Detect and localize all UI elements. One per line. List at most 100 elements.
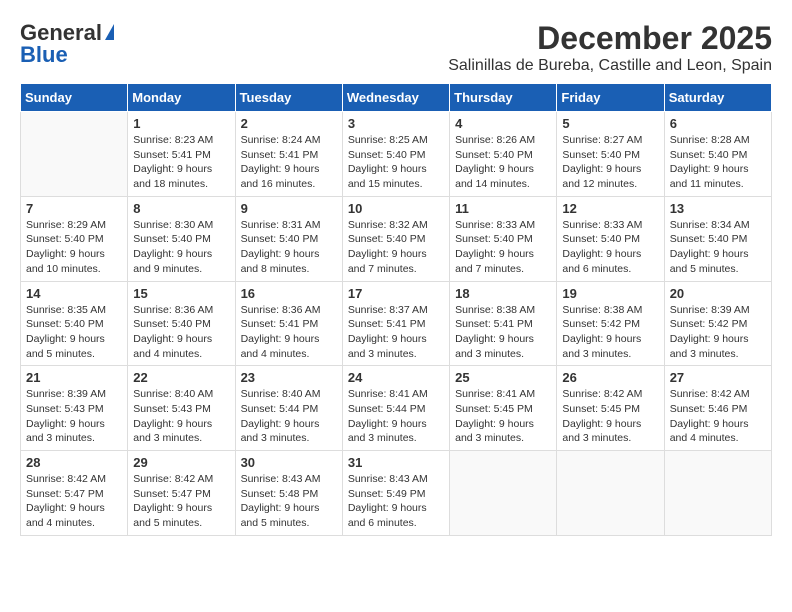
day-info: Sunrise: 8:26 AMSunset: 5:40 PMDaylight:… — [455, 133, 551, 192]
calendar-cell: 4Sunrise: 8:26 AMSunset: 5:40 PMDaylight… — [450, 112, 557, 197]
day-of-week-header: Wednesday — [342, 84, 449, 112]
calendar-cell: 14Sunrise: 8:35 AMSunset: 5:40 PMDayligh… — [21, 281, 128, 366]
calendar-cell — [21, 112, 128, 197]
day-info: Sunrise: 8:34 AMSunset: 5:40 PMDaylight:… — [670, 218, 766, 277]
calendar-cell: 18 Sunrise: 8:38 AMSunset: 5:41 PMDayligh… — [450, 281, 557, 366]
day-number: 8 — [133, 201, 229, 216]
day-info: Sunrise: 8:42 AMSunset: 5:46 PMDaylight:… — [670, 387, 766, 446]
day-number: 12 — [562, 201, 658, 216]
day-number: 11 — [455, 201, 551, 216]
day-info: Sunrise: 8:42 AMSunset: 5:47 PMDaylight:… — [26, 472, 122, 531]
day-of-week-header: Sunday — [21, 84, 128, 112]
day-info: Sunrise: 8:42 AMSunset: 5:45 PMDaylight:… — [562, 387, 658, 446]
day-info: Sunrise: 8:32 AMSunset: 5:40 PMDaylight:… — [348, 218, 444, 277]
day-number: 25 — [455, 370, 551, 385]
calendar-cell: 31 Sunrise: 8:43 AMSunset: 5:49 PMDayligh… — [342, 451, 449, 536]
day-info: Sunrise: 8:38 AMSunset: 5:42 PMDaylight:… — [562, 303, 658, 362]
day-number: 6 — [670, 116, 766, 131]
day-info: Sunrise: 8:29 AMSunset: 5:40 PMDaylight:… — [26, 218, 122, 277]
day-info: Sunrise: 8:30 AMSunset: 5:40 PMDaylight:… — [133, 218, 229, 277]
calendar-cell: 15Sunrise: 8:36 AMSunset: 5:40 PMDayligh… — [128, 281, 235, 366]
day-info: Sunrise: 8:42 AMSunset: 5:47 PMDaylight:… — [133, 472, 229, 531]
day-info: Sunrise: 8:40 AMSunset: 5:43 PMDaylight:… — [133, 387, 229, 446]
day-of-week-header: Thursday — [450, 84, 557, 112]
logo-blue-text: Blue — [20, 42, 68, 68]
calendar-cell: 9 Sunrise: 8:31 AMSunset: 5:40 PMDaylight… — [235, 196, 342, 281]
day-number: 16 — [241, 286, 337, 301]
day-number: 28 — [26, 455, 122, 470]
day-number: 27 — [670, 370, 766, 385]
calendar-cell — [557, 451, 664, 536]
day-number: 18 — [455, 286, 551, 301]
calendar-body: 1 Sunrise: 8:23 AMSunset: 5:41 PMDaylight… — [21, 112, 772, 536]
day-number: 5 — [562, 116, 658, 131]
calendar-cell: 12 Sunrise: 8:33 AMSunset: 5:40 PMDayligh… — [557, 196, 664, 281]
day-number: 20 — [670, 286, 766, 301]
calendar-cell — [664, 451, 771, 536]
day-info: Sunrise: 8:24 AMSunset: 5:41 PMDaylight:… — [241, 133, 337, 192]
page-header: General Blue December 2025 Salinillas de… — [20, 20, 772, 75]
calendar-cell: 6Sunrise: 8:28 AMSunset: 5:40 PMDaylight… — [664, 112, 771, 197]
calendar-week-row: 7 Sunrise: 8:29 AMSunset: 5:40 PMDaylight… — [21, 196, 772, 281]
day-info: Sunrise: 8:33 AMSunset: 5:40 PMDaylight:… — [562, 218, 658, 277]
calendar-cell: 16 Sunrise: 8:36 AMSunset: 5:41 PMDayligh… — [235, 281, 342, 366]
calendar-cell: 20Sunrise: 8:39 AMSunset: 5:42 PMDayligh… — [664, 281, 771, 366]
calendar-week-row: 14Sunrise: 8:35 AMSunset: 5:40 PMDayligh… — [21, 281, 772, 366]
day-of-week-header: Friday — [557, 84, 664, 112]
calendar-cell: 8 Sunrise: 8:30 AMSunset: 5:40 PMDaylight… — [128, 196, 235, 281]
day-of-week-header: Tuesday — [235, 84, 342, 112]
day-number: 10 — [348, 201, 444, 216]
calendar-week-row: 21 Sunrise: 8:39 AMSunset: 5:43 PMDayligh… — [21, 366, 772, 451]
day-number: 1 — [133, 116, 229, 131]
day-number: 9 — [241, 201, 337, 216]
calendar-cell: 26 Sunrise: 8:42 AMSunset: 5:45 PMDayligh… — [557, 366, 664, 451]
day-number: 13 — [670, 201, 766, 216]
day-number: 30 — [241, 455, 337, 470]
day-number: 21 — [26, 370, 122, 385]
calendar-cell: 3 Sunrise: 8:25 AMSunset: 5:40 PMDaylight… — [342, 112, 449, 197]
day-of-week-header: Monday — [128, 84, 235, 112]
day-number: 7 — [26, 201, 122, 216]
logo-triangle-icon — [105, 24, 114, 40]
day-number: 22 — [133, 370, 229, 385]
calendar-cell: 22 Sunrise: 8:40 AMSunset: 5:43 PMDayligh… — [128, 366, 235, 451]
calendar-cell: 27 Sunrise: 8:42 AMSunset: 5:46 PMDayligh… — [664, 366, 771, 451]
day-number: 29 — [133, 455, 229, 470]
day-info: Sunrise: 8:23 AMSunset: 5:41 PMDaylight:… — [133, 133, 229, 192]
day-info: Sunrise: 8:41 AMSunset: 5:44 PMDaylight:… — [348, 387, 444, 446]
calendar-cell: 23 Sunrise: 8:40 AMSunset: 5:44 PMDayligh… — [235, 366, 342, 451]
calendar-cell — [450, 451, 557, 536]
day-info: Sunrise: 8:43 AMSunset: 5:49 PMDaylight:… — [348, 472, 444, 531]
day-number: 19 — [562, 286, 658, 301]
calendar-week-row: 28 Sunrise: 8:42 AMSunset: 5:47 PMDayligh… — [21, 451, 772, 536]
calendar-cell: 19 Sunrise: 8:38 AMSunset: 5:42 PMDayligh… — [557, 281, 664, 366]
calendar-cell: 11 Sunrise: 8:33 AMSunset: 5:40 PMDayligh… — [450, 196, 557, 281]
day-info: Sunrise: 8:39 AMSunset: 5:43 PMDaylight:… — [26, 387, 122, 446]
day-number: 31 — [348, 455, 444, 470]
day-number: 26 — [562, 370, 658, 385]
day-info: Sunrise: 8:31 AMSunset: 5:40 PMDaylight:… — [241, 218, 337, 277]
location-subtitle: Salinillas de Bureba, Castille and Leon,… — [448, 57, 772, 75]
calendar-cell: 10 Sunrise: 8:32 AMSunset: 5:40 PMDayligh… — [342, 196, 449, 281]
logo: General Blue — [20, 20, 114, 68]
month-title: December 2025 — [448, 20, 772, 57]
calendar-cell: 25Sunrise: 8:41 AMSunset: 5:45 PMDayligh… — [450, 366, 557, 451]
day-info: Sunrise: 8:25 AMSunset: 5:40 PMDaylight:… — [348, 133, 444, 192]
calendar-cell: 7 Sunrise: 8:29 AMSunset: 5:40 PMDaylight… — [21, 196, 128, 281]
day-info: Sunrise: 8:38 AMSunset: 5:41 PMDaylight:… — [455, 303, 551, 362]
calendar-week-row: 1 Sunrise: 8:23 AMSunset: 5:41 PMDaylight… — [21, 112, 772, 197]
day-number: 3 — [348, 116, 444, 131]
day-info: Sunrise: 8:36 AMSunset: 5:41 PMDaylight:… — [241, 303, 337, 362]
day-number: 14 — [26, 286, 122, 301]
title-block: December 2025 Salinillas de Bureba, Cast… — [448, 20, 772, 75]
calendar-cell: 21 Sunrise: 8:39 AMSunset: 5:43 PMDayligh… — [21, 366, 128, 451]
day-number: 17 — [348, 286, 444, 301]
day-info: Sunrise: 8:37 AMSunset: 5:41 PMDaylight:… — [348, 303, 444, 362]
day-number: 23 — [241, 370, 337, 385]
day-info: Sunrise: 8:27 AMSunset: 5:40 PMDaylight:… — [562, 133, 658, 192]
day-info: Sunrise: 8:33 AMSunset: 5:40 PMDaylight:… — [455, 218, 551, 277]
day-info: Sunrise: 8:40 AMSunset: 5:44 PMDaylight:… — [241, 387, 337, 446]
day-number: 24 — [348, 370, 444, 385]
calendar-cell: 24 Sunrise: 8:41 AMSunset: 5:44 PMDayligh… — [342, 366, 449, 451]
calendar-cell: 29 Sunrise: 8:42 AMSunset: 5:47 PMDayligh… — [128, 451, 235, 536]
